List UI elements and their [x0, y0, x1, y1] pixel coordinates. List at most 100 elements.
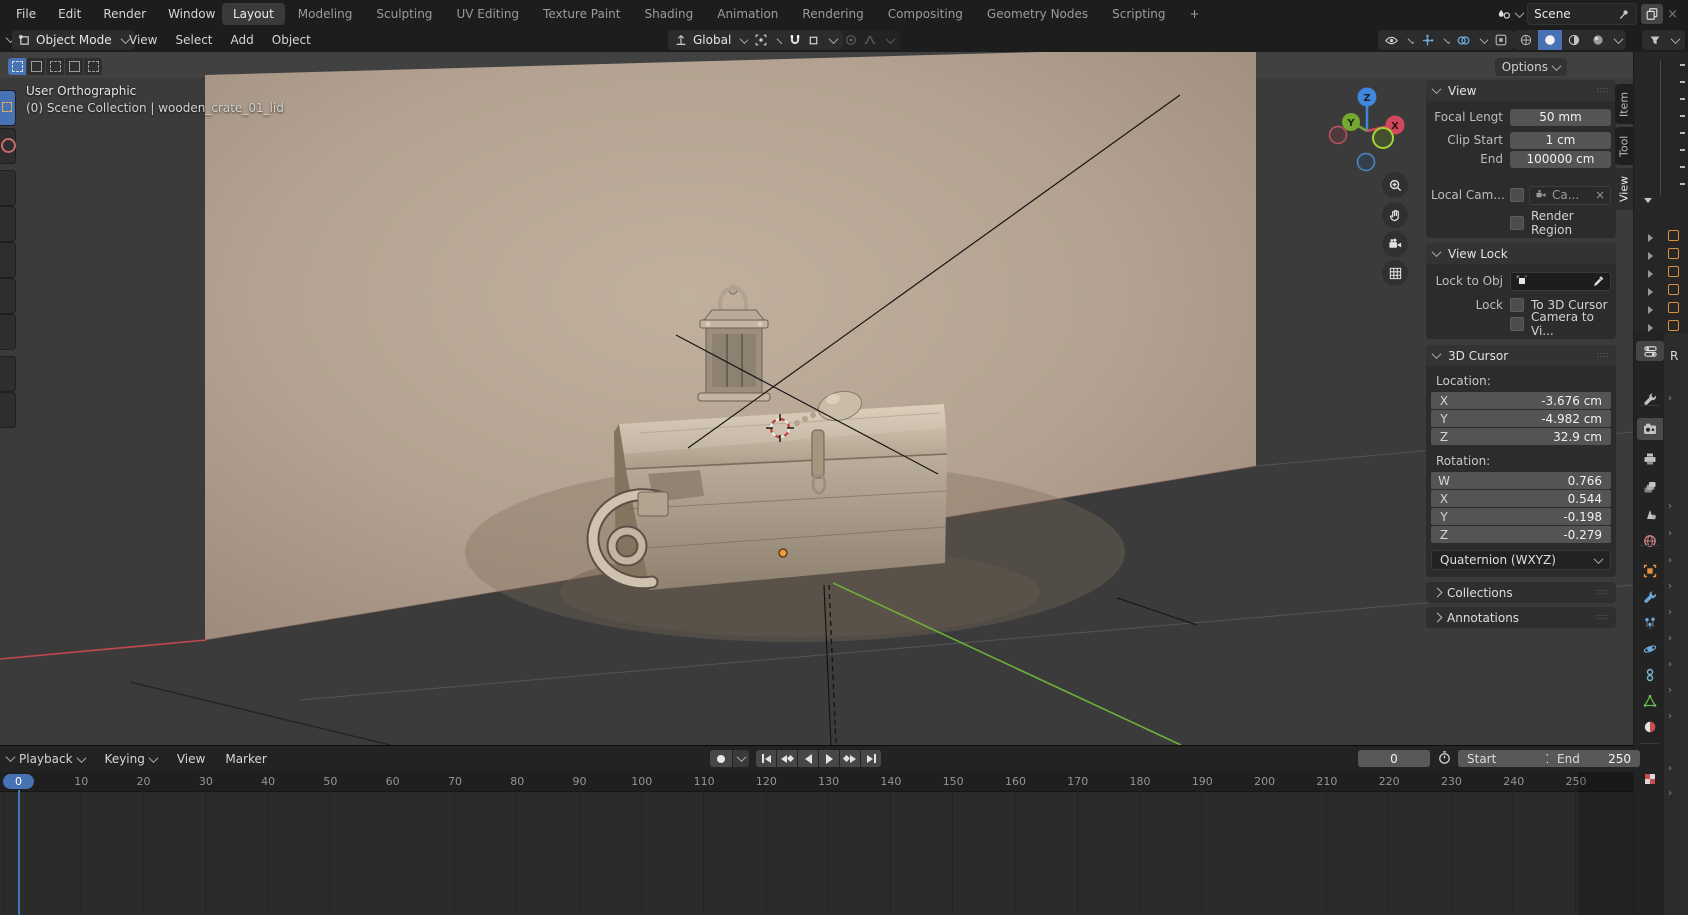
- to-3d-cursor-checkbox[interactable]: [1510, 298, 1524, 312]
- workspace-tab-animation[interactable]: Animation: [706, 3, 789, 25]
- object-origin-dot[interactable]: [779, 549, 787, 557]
- toolbar-tool-button-4[interactable]: [0, 242, 16, 278]
- collapsed-row-chevron-icon[interactable]: ›: [1668, 659, 1672, 670]
- gizmo-negative-y-axis[interactable]: [1373, 128, 1393, 148]
- play-reverse-button[interactable]: [798, 750, 818, 767]
- collapsed-panel-collections[interactable]: Collections∷∷: [1426, 582, 1616, 603]
- timeline-ruler[interactable]: 1020304050607080901001101201301401501601…: [0, 772, 1633, 792]
- collapsed-row-chevron-icon[interactable]: ›: [1668, 685, 1672, 696]
- cursor-rotation-z-field[interactable]: Z-0.279: [1431, 526, 1611, 543]
- zoom-button[interactable]: [1382, 172, 1408, 198]
- panel-grip[interactable]: ∷∷: [1597, 351, 1609, 360]
- transform-orientation-selector[interactable]: Global: [668, 30, 754, 50]
- panel-grip[interactable]: ∷∷: [1596, 588, 1608, 597]
- render-region-checkbox[interactable]: [1510, 216, 1524, 230]
- unlink-scene-button[interactable]: ×: [1667, 7, 1678, 22]
- menu-file[interactable]: File: [6, 3, 46, 25]
- camera-to-view-checkbox[interactable]: [1510, 317, 1524, 331]
- mode-selector[interactable]: Object Mode: [12, 30, 135, 50]
- collapsed-row-chevron-icon[interactable]: ›: [1668, 711, 1672, 722]
- outliner-toggle-icon[interactable]: [1680, 183, 1685, 185]
- snap-controls[interactable]: [782, 30, 843, 50]
- perspective-toggle-button[interactable]: [1382, 260, 1408, 286]
- collapsed-row-chevron-icon[interactable]: ›: [1668, 607, 1672, 618]
- frame-end-field[interactable]: End 250: [1548, 750, 1640, 767]
- xray-toggle[interactable]: [1488, 30, 1514, 50]
- cursor-location-x-field[interactable]: X-3.676 cm: [1431, 392, 1611, 409]
- camera-view-button[interactable]: [1382, 231, 1408, 257]
- view-lock-header[interactable]: View Lock: [1426, 243, 1616, 264]
- shading-dropdown[interactable]: [1610, 30, 1626, 50]
- outliner-collapse-arrow-icon[interactable]: [1648, 270, 1653, 278]
- options-dropdown[interactable]: Options: [1495, 58, 1567, 76]
- toolbar-tool-button-5[interactable]: [0, 278, 16, 314]
- eyedropper-icon[interactable]: [1592, 275, 1605, 288]
- workspace-tab-geometry-nodes[interactable]: Geometry Nodes: [976, 3, 1099, 25]
- outliner-toggle-icon[interactable]: [1680, 81, 1685, 83]
- timeline-menu-marker[interactable]: Marker: [216, 752, 275, 766]
- toolbar-tool-button-7[interactable]: [0, 356, 16, 392]
- timeline-editor[interactable]: PlaybackKeyingViewMarker 0 Start 1 End 2…: [0, 745, 1633, 915]
- collapsed-row-chevron-icon[interactable]: ›: [1668, 501, 1672, 512]
- current-frame-field[interactable]: 0: [1358, 750, 1430, 767]
- workspace-tab-modeling[interactable]: Modeling: [287, 3, 364, 25]
- outliner-toggle-icon[interactable]: [1680, 115, 1685, 117]
- select-mode-new-button[interactable]: [8, 58, 26, 75]
- outliner-expand-arrow-icon[interactable]: [1644, 198, 1652, 203]
- cursor-rotation-y-field[interactable]: Y-0.198: [1431, 508, 1611, 525]
- properties-tab-scene[interactable]: [1637, 503, 1663, 525]
- view-section-header[interactable]: View ∷∷: [1426, 80, 1616, 101]
- timeline-menu-view[interactable]: View: [168, 752, 214, 766]
- rotation-mode-dropdown[interactable]: Quaternion (WXYZ): [1431, 550, 1611, 570]
- collapsed-row-chevron-icon[interactable]: ›: [1668, 528, 1672, 539]
- auto-key-button[interactable]: [710, 750, 732, 767]
- outliner-toggle-icon[interactable]: [1680, 98, 1685, 100]
- select-mode-difference-button[interactable]: [65, 58, 83, 75]
- cursor-location-y-field[interactable]: Y-4.982 cm: [1431, 410, 1611, 427]
- cursor-3d-header[interactable]: 3D Cursor ∷∷: [1426, 345, 1616, 366]
- properties-tab-render[interactable]: [1637, 418, 1663, 440]
- shading-material-button[interactable]: [1562, 30, 1586, 50]
- outliner-toggle-icon[interactable]: [1680, 64, 1685, 66]
- workspace-tab-shading[interactable]: Shading: [633, 3, 704, 25]
- panel-grip[interactable]: ∷∷: [1596, 613, 1608, 622]
- workspace-tab-layout[interactable]: Layout: [222, 3, 285, 25]
- tab-item[interactable]: Item: [1615, 84, 1633, 124]
- workspace-tab-uv-editing[interactable]: UV Editing: [445, 3, 530, 25]
- toolbar-tool-button-3[interactable]: [0, 206, 16, 242]
- previous-keyframe-button[interactable]: [777, 750, 797, 767]
- outliner-filter-button[interactable]: [1642, 30, 1685, 50]
- outliner-toggle-icon[interactable]: [1680, 149, 1685, 151]
- properties-tab-world[interactable]: [1637, 530, 1663, 552]
- viewport-canvas[interactable]: User Orthographic (0) Scene Collection |…: [0, 52, 1633, 745]
- menu-edit[interactable]: Edit: [48, 3, 91, 25]
- jump-to-start-button[interactable]: [756, 750, 776, 767]
- new-scene-button[interactable]: [1641, 4, 1663, 24]
- panel-grip[interactable]: ∷∷: [1597, 86, 1609, 95]
- shading-rendered-button[interactable]: [1586, 30, 1610, 50]
- properties-tab-tool[interactable]: [1637, 388, 1663, 410]
- viewport-menu-object[interactable]: Object: [263, 33, 320, 47]
- outliner-collapse-arrow-icon[interactable]: [1648, 324, 1653, 332]
- value-field-clip-start[interactable]: 1 cm: [1510, 132, 1611, 149]
- timeline-track-area[interactable]: [0, 791, 1633, 915]
- workspace-tab-scripting[interactable]: Scripting: [1101, 3, 1176, 25]
- timeline-menu-playback[interactable]: Playback: [10, 752, 94, 766]
- properties-tab-material[interactable]: [1637, 716, 1663, 738]
- collapsed-row-chevron-icon[interactable]: ›: [1668, 555, 1672, 566]
- outliner-toggle-icon[interactable]: [1680, 132, 1685, 134]
- proportional-editing-controls[interactable]: [838, 30, 900, 50]
- preview-range-button[interactable]: [1437, 750, 1452, 765]
- toolbar-tool-button-2[interactable]: [0, 170, 16, 206]
- workspace-tab-rendering[interactable]: Rendering: [791, 3, 874, 25]
- collapsed-panel-annotations[interactable]: Annotations∷∷: [1426, 607, 1616, 628]
- auto-key-dropdown[interactable]: [733, 750, 749, 767]
- collapsed-row-chevron-icon[interactable]: ›: [1668, 393, 1672, 404]
- tab-view[interactable]: View: [1615, 168, 1633, 210]
- workspace-tab-compositing[interactable]: Compositing: [877, 3, 974, 25]
- cursor-rotation-x-field[interactable]: X0.544: [1431, 490, 1611, 507]
- cursor-rotation-w-field[interactable]: W0.766: [1431, 472, 1611, 489]
- toolbar-tool-button-8[interactable]: [0, 392, 16, 428]
- toolbar-tool-button-0[interactable]: [0, 90, 16, 126]
- workspace-tab-sculpting[interactable]: Sculpting: [365, 3, 443, 25]
